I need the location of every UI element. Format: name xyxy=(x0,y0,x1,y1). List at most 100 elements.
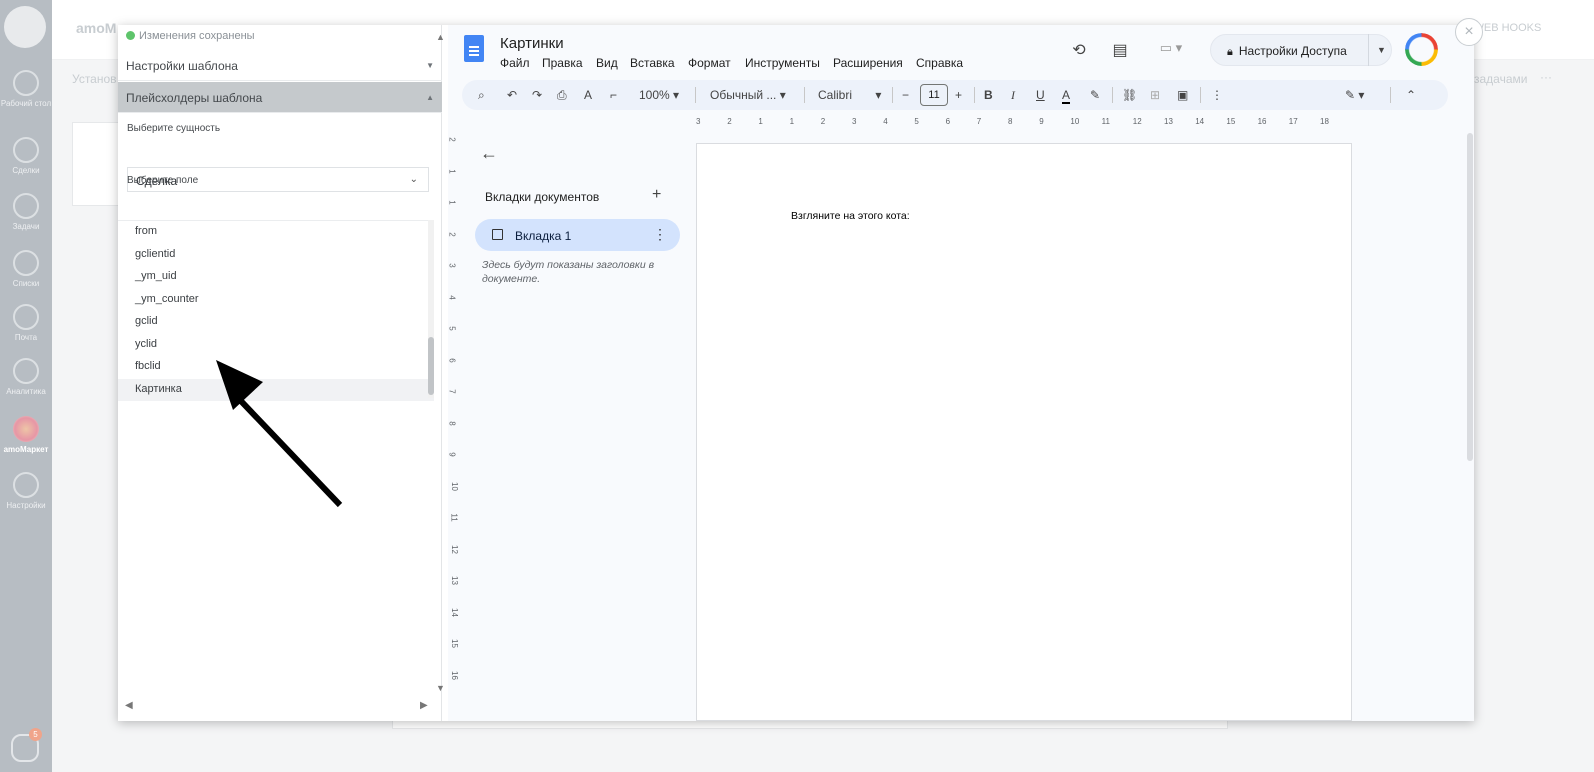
collapse-menus-icon[interactable]: ⌃ xyxy=(1406,88,1416,102)
add-tab-icon[interactable]: + xyxy=(652,186,661,204)
ruler-tick: 7 xyxy=(447,389,457,394)
share-button[interactable]: 🔒︎ Настройки Доступа xyxy=(1210,34,1392,66)
nav-mail[interactable]: Почта xyxy=(0,304,52,342)
amocrm-logo[interactable] xyxy=(4,6,46,48)
document-page[interactable]: Взгляните на этого кота: xyxy=(696,143,1352,721)
undo-icon[interactable]: ↶ xyxy=(507,88,517,102)
search-icon[interactable]: ⌕ xyxy=(478,88,485,103)
scroll-right-icon[interactable]: ▶ xyxy=(420,700,428,711)
back-arrow-icon[interactable]: ← xyxy=(480,143,498,164)
menu-insert[interactable]: Вставка xyxy=(630,56,675,70)
field-label: Выберите поле xyxy=(127,175,199,186)
mail-icon xyxy=(13,304,39,330)
menu-edit[interactable]: Правка xyxy=(542,56,583,70)
ruler-tick: 1 xyxy=(447,200,457,205)
nav-amomarket[interactable]: amoМаркет xyxy=(0,416,52,454)
share-dropdown[interactable]: ▼ xyxy=(1368,34,1394,66)
section-template-placeholders[interactable]: Плейсхолдеры шаблона ▲ xyxy=(118,82,442,113)
highlight-icon[interactable]: ✎ xyxy=(1090,88,1100,102)
menu-view[interactable]: Вид xyxy=(596,56,618,70)
list-item[interactable]: _ym_counter xyxy=(118,289,434,312)
link-icon[interactable]: ⛓︎ xyxy=(1122,88,1137,102)
list-item[interactable]: _ym_uid xyxy=(118,266,434,289)
ruler-tick: 8 xyxy=(1008,117,1013,126)
underline-icon[interactable]: U xyxy=(1036,88,1045,102)
ruler-tick: 4 xyxy=(883,117,888,126)
text-color-icon[interactable]: A xyxy=(1062,88,1071,104)
list-item[interactable]: from xyxy=(118,221,434,244)
ruler-tick: 5 xyxy=(914,117,919,126)
document-scrollbar[interactable] xyxy=(1467,133,1473,461)
ruler-tick: 2 xyxy=(447,231,457,237)
spellcheck-icon[interactable]: A xyxy=(584,88,592,102)
font-select[interactable]: Calibri ▾ xyxy=(818,88,881,102)
horizontal-ruler[interactable]: 3 2 1 1 2 3 4 5 6 7 8 9 10 11 12 13 14 15 16 17 18 xyxy=(696,117,1352,133)
font-size-increase-icon[interactable]: + xyxy=(955,88,962,102)
scroll-down-icon[interactable]: ▼ xyxy=(436,683,445,693)
docs-editor: Картинки Файл Правка Вид Вставка Формат … xyxy=(448,25,1474,721)
italic-icon[interactable]: I xyxy=(1011,88,1015,103)
editing-mode-icon[interactable]: ✎ ▾ xyxy=(1345,88,1364,102)
document-title[interactable]: Картинки xyxy=(500,35,564,52)
tab-install[interactable]: Установ xyxy=(72,72,117,86)
add-comment-icon[interactable]: ⊞ xyxy=(1150,88,1160,102)
entity-label: Выберите сущность xyxy=(127,123,221,134)
nav-lists[interactable]: Списки xyxy=(0,250,52,288)
page-text[interactable]: Взгляните на этого кота: xyxy=(791,210,910,222)
vertical-ruler[interactable]: 2 1 1 2 3 4 5 6 7 8 9 10 11 12 13 14 15 16 xyxy=(448,135,462,721)
menu-format[interactable]: Формат xyxy=(688,56,731,70)
ruler-tick: 12 xyxy=(449,544,459,554)
nav-settings[interactable]: Настройки xyxy=(0,472,52,510)
paint-format-icon[interactable]: ⌐ xyxy=(610,88,617,102)
ruler-tick: 11 xyxy=(449,513,459,522)
section-template-settings[interactable]: Настройки шаблона ▼ xyxy=(118,50,442,81)
style-select[interactable]: Обычный ... ▾ xyxy=(710,88,786,102)
font-size-decrease-icon[interactable]: − xyxy=(902,88,909,102)
tab-more-icon[interactable]: ⋮ xyxy=(653,226,667,243)
docs-logo-icon[interactable] xyxy=(464,35,484,62)
nav-dashboard[interactable]: Рабочий стол xyxy=(0,70,52,108)
tab-1[interactable]: Вкладка 1 xyxy=(475,219,680,251)
more-icon[interactable]: ··· xyxy=(1540,70,1552,84)
list-item[interactable]: gclientid xyxy=(118,244,434,267)
template-editor-modal: Изменения сохранены Настройки шаблона ▼ П… xyxy=(118,25,1474,721)
ruler-tick: 10 xyxy=(1070,117,1080,126)
history-icon[interactable]: ⟲ xyxy=(1068,40,1090,62)
scrollbar-thumb[interactable] xyxy=(428,337,434,395)
tab-tasks[interactable]: задачами xyxy=(1474,72,1527,86)
ruler-tick: 7 xyxy=(976,117,982,126)
nav-tasks[interactable]: Задачи xyxy=(0,193,52,231)
menu-tools[interactable]: Инструменты xyxy=(745,56,820,70)
ruler-tick: 2 xyxy=(727,117,732,126)
ruler-tick: 14 xyxy=(1195,117,1205,126)
chevron-down-icon: ▼ xyxy=(426,61,434,70)
chat-badge: 5 xyxy=(29,728,42,741)
list-item[interactable]: gclid xyxy=(118,311,434,334)
document-tab-icon xyxy=(492,229,503,240)
image-icon[interactable]: ▣ xyxy=(1177,88,1188,102)
pointer-arrow-annotation xyxy=(216,360,343,508)
nav-deals[interactable]: Сделки xyxy=(0,137,52,175)
ruler-tick: 4 xyxy=(447,294,457,300)
tabs-title: Вкладки документов xyxy=(485,190,600,204)
menu-file[interactable]: Файл xyxy=(500,56,530,70)
redo-icon[interactable]: ↷ xyxy=(532,88,542,102)
menu-help[interactable]: Справка xyxy=(916,56,963,70)
font-size-input[interactable]: 11 xyxy=(920,84,948,106)
close-icon[interactable]: × xyxy=(1455,18,1483,46)
ruler-tick: 6 xyxy=(945,117,951,126)
scroll-left-icon[interactable]: ◀ xyxy=(125,700,133,711)
print-icon[interactable]: ⎙ xyxy=(557,88,567,103)
ruler-tick: 12 xyxy=(1132,117,1142,126)
avatar[interactable] xyxy=(1405,33,1438,66)
ruler-tick: 17 xyxy=(1288,117,1298,126)
ruler-tick: 18 xyxy=(1320,117,1329,126)
scroll-up-icon[interactable]: ▲ xyxy=(436,32,445,42)
bold-icon[interactable]: B xyxy=(984,88,993,102)
comments-icon[interactable]: ▤ xyxy=(1109,40,1131,62)
zoom-select[interactable]: 100% ▾ xyxy=(639,88,679,102)
menu-extensions[interactable]: Расширения xyxy=(833,56,903,70)
nav-analytics[interactable]: Аналитика xyxy=(0,358,52,396)
more-options-icon[interactable]: ⋮ xyxy=(1211,88,1223,102)
meet-icon[interactable]: ▭ ▾ xyxy=(1153,40,1189,62)
